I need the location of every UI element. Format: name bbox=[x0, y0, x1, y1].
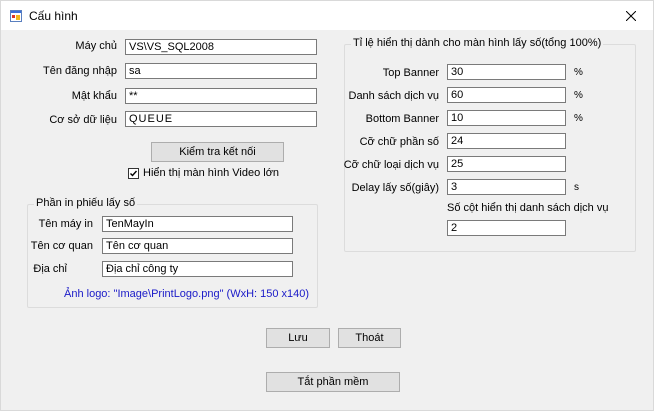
video-checkbox-label[interactable]: Hiển thị màn hình Video lớn bbox=[143, 167, 279, 179]
bottom-banner-input[interactable] bbox=[447, 110, 566, 126]
shutdown-button[interactable]: Tắt phần mềm bbox=[266, 372, 400, 392]
username-input[interactable] bbox=[125, 63, 317, 79]
logo-note: Ảnh logo: "Image\PrintLogo.png" (WxH: 15… bbox=[64, 288, 310, 300]
top-banner-label: Top Banner bbox=[382, 67, 439, 79]
address-input[interactable] bbox=[102, 261, 293, 277]
printer-label: Tên máy in bbox=[38, 218, 93, 230]
exit-button[interactable]: Thoát bbox=[338, 328, 401, 348]
service-list-unit: % bbox=[574, 90, 583, 101]
config-form: Máy chủ Tên đăng nhập Mật khẩu Cơ sở dữ … bbox=[0, 30, 654, 411]
delay-label: Delay lấy số(giây) bbox=[351, 182, 439, 194]
bottom-banner-label: Bottom Banner bbox=[365, 113, 439, 125]
printer-input[interactable] bbox=[102, 216, 293, 232]
checkmark-icon bbox=[130, 170, 138, 177]
columns-label: Số cột hiển thị danh sách dịch vụ bbox=[447, 202, 609, 214]
database-label: Cơ sở dữ liệu bbox=[49, 114, 117, 126]
ratio-group-title: Tỉ lệ hiển thị dành cho màn hình lấy số(… bbox=[351, 37, 604, 49]
agency-input[interactable] bbox=[102, 238, 293, 254]
save-button[interactable]: Lưu bbox=[266, 328, 330, 348]
columns-input[interactable] bbox=[447, 220, 566, 236]
window-title: Cấu hình bbox=[29, 9, 78, 23]
title-bar: Cấu hình bbox=[0, 0, 654, 31]
server-input[interactable] bbox=[125, 39, 317, 55]
close-button[interactable] bbox=[609, 1, 653, 31]
top-banner-input[interactable] bbox=[447, 64, 566, 80]
password-label: Mật khẩu bbox=[71, 90, 117, 102]
agency-label: Tên cơ quan bbox=[30, 240, 93, 252]
service-list-input[interactable] bbox=[447, 87, 566, 103]
database-input[interactable] bbox=[125, 111, 317, 127]
bottom-banner-unit: % bbox=[574, 113, 583, 124]
delay-input[interactable] bbox=[447, 179, 566, 195]
username-label: Tên đăng nhập bbox=[42, 65, 117, 77]
test-connection-button[interactable]: Kiểm tra kết nối bbox=[151, 142, 284, 162]
video-checkbox[interactable] bbox=[128, 168, 139, 179]
top-banner-unit: % bbox=[574, 67, 583, 78]
close-icon bbox=[626, 11, 636, 21]
service-list-label: Danh sách dịch vụ bbox=[348, 90, 440, 102]
server-label: Máy chủ bbox=[75, 40, 117, 52]
service-font-input[interactable] bbox=[447, 156, 566, 172]
delay-unit: s bbox=[574, 182, 579, 193]
number-font-label: Cỡ chữ phần số bbox=[359, 136, 439, 148]
address-label: Địa chỉ bbox=[33, 263, 67, 275]
app-window-icon bbox=[10, 10, 22, 22]
password-input[interactable] bbox=[125, 88, 317, 104]
number-font-input[interactable] bbox=[447, 133, 566, 149]
print-group-title: Phần in phiếu lấy số bbox=[34, 197, 138, 209]
service-font-label: Cỡ chữ loại dịch vụ bbox=[343, 159, 439, 171]
